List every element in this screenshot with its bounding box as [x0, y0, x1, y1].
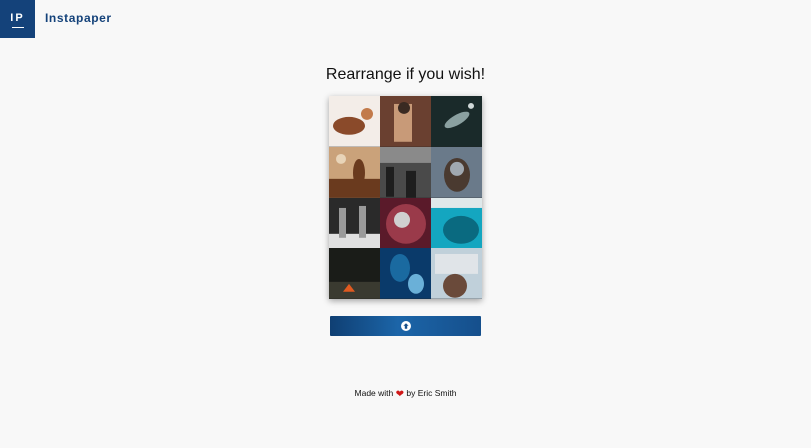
- brand-name[interactable]: Instapaper: [45, 11, 112, 25]
- page: IP Instapaper Rearrange if you wish! Mad…: [0, 0, 811, 448]
- logo[interactable]: IP: [0, 0, 35, 38]
- tile-face-portrait[interactable]: [431, 146, 482, 198]
- tile-turquoise-sea[interactable]: [431, 197, 482, 249]
- footer-author: by Eric Smith: [406, 388, 457, 398]
- tile-fish-dark-water[interactable]: [431, 96, 482, 147]
- photo-grid[interactable]: [329, 96, 482, 299]
- logo-underline: [11, 26, 24, 28]
- tile-underwater-divers[interactable]: [380, 248, 431, 299]
- tile-person-in-room[interactable]: [380, 96, 431, 147]
- page-title: Rearrange if you wish!: [325, 66, 486, 83]
- arrow-up-circle-icon: [400, 321, 411, 331]
- tile-child-by-window[interactable]: [431, 248, 482, 299]
- upload-button[interactable]: [330, 316, 481, 336]
- tile-bw-people[interactable]: [329, 197, 380, 249]
- logo-text: IP: [10, 11, 25, 24]
- tile-night-fire[interactable]: [329, 248, 380, 299]
- footer: Made with ❤ by Eric Smith: [0, 388, 811, 400]
- tile-frog-on-branch[interactable]: [329, 96, 380, 147]
- footer-made-with: Made with: [354, 388, 394, 398]
- tile-street-crowd[interactable]: [380, 146, 431, 198]
- heart-icon: ❤: [395, 389, 405, 400]
- tile-person-with-axe[interactable]: [329, 146, 380, 198]
- tile-crowd-aerial[interactable]: [380, 197, 431, 249]
